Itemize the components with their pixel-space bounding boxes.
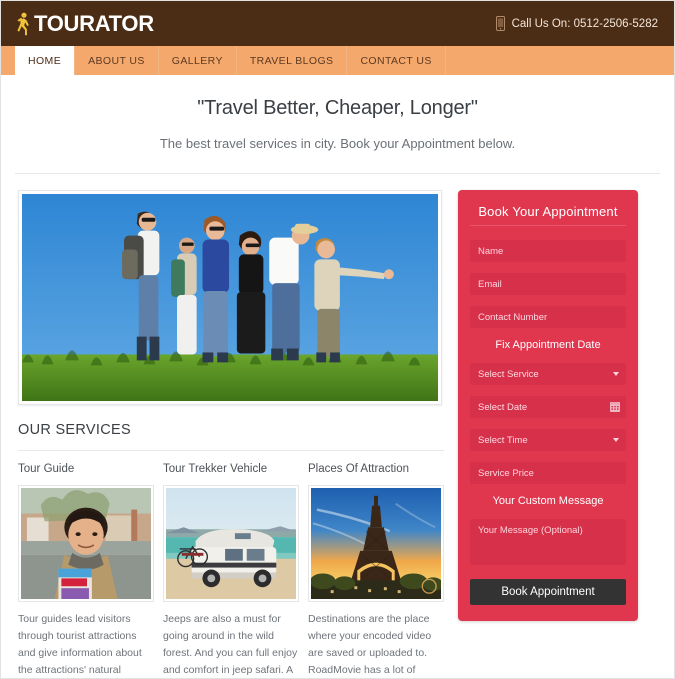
- service-card-title: Tour Trekker Vehicle: [163, 463, 268, 475]
- message-textarea[interactable]: [470, 519, 626, 565]
- site-logo[interactable]: TOURATOR: [15, 11, 154, 37]
- booking-title-divider: [470, 225, 626, 226]
- page-subtitle: The best travel services in city. Book y…: [159, 136, 516, 151]
- select-time-dropdown[interactable]: [470, 429, 626, 451]
- page-root: TOURATOR Call Us On: 0512-2506-5282 HOME…: [0, 0, 675, 679]
- hero-image-hikers: [22, 194, 438, 401]
- services-divider: [18, 450, 444, 451]
- select-service-wrapper[interactable]: [470, 363, 626, 385]
- logo-text: TOURATOR: [34, 10, 154, 36]
- custom-message-label: Your Custom Message: [492, 495, 604, 507]
- select-time-wrapper[interactable]: [470, 429, 626, 451]
- service-card[interactable]: Tour Guide Tour guides lead visitors thr…: [18, 463, 154, 678]
- walking-person-icon: [17, 12, 29, 35]
- service-card-text: Tour guides lead visitors through touris…: [18, 613, 142, 676]
- booking-form-panel: Book Your Appointment Fix Appointment Da…: [458, 190, 638, 621]
- email-input[interactable]: [470, 273, 626, 295]
- hero-text-block: "Travel Better, Cheaper, Longer" The bes…: [1, 75, 674, 151]
- nav-item-about-us[interactable]: ABOUT US: [75, 46, 159, 75]
- service-card-image-frame: [163, 485, 299, 602]
- mobile-phone-icon: [495, 16, 505, 31]
- nav-item-gallery[interactable]: GALLERY: [159, 46, 237, 75]
- left-column: OUR SERVICES Tour Guide Tour guides lead…: [18, 190, 444, 678]
- service-card[interactable]: Tour Trekker Vehicle Jeeps are also a mu…: [163, 463, 299, 678]
- service-card-text: Jeeps are also a must for going around i…: [163, 613, 298, 676]
- select-date-wrapper[interactable]: [470, 396, 626, 418]
- booking-form-title: Book Your Appointment: [478, 204, 618, 219]
- service-card[interactable]: Places Of Attraction Destinations are th…: [308, 463, 444, 678]
- phone-number-text: Call Us On: 0512-2506-5282: [511, 17, 658, 30]
- phone-contact[interactable]: Call Us On: 0512-2506-5282: [495, 16, 658, 31]
- service-card-title: Places Of Attraction: [308, 463, 409, 475]
- contact-number-input[interactable]: [470, 306, 626, 328]
- places-of-attraction-image: [311, 488, 441, 599]
- service-price-input[interactable]: [470, 462, 626, 484]
- nav-item-home[interactable]: HOME: [15, 46, 76, 75]
- right-column: Book Your Appointment Fix Appointment Da…: [458, 190, 638, 621]
- nav-item-travel-blogs[interactable]: TRAVEL BLOGS: [237, 46, 348, 75]
- services-card-list: Tour Guide Tour guides lead visitors thr…: [18, 463, 444, 678]
- select-service-dropdown[interactable]: [470, 363, 626, 385]
- name-input[interactable]: [470, 240, 626, 262]
- main-content: OUR SERVICES Tour Guide Tour guides lead…: [1, 174, 674, 678]
- service-card-image-frame: [18, 485, 154, 602]
- service-card-text: Destinations are the place where your en…: [308, 613, 432, 676]
- service-card-title: Tour Guide: [18, 463, 75, 475]
- trekker-vehicle-image: [166, 488, 296, 599]
- fix-appointment-date-label: Fix Appointment Date: [495, 339, 601, 351]
- main-navigation: HOME ABOUT US GALLERY TRAVEL BLOGS CONTA…: [1, 46, 674, 75]
- select-date-input[interactable]: [470, 396, 626, 418]
- services-heading: OUR SERVICES: [18, 422, 131, 438]
- tour-guide-image: [21, 488, 151, 599]
- page-title: "Travel Better, Cheaper, Longer": [197, 97, 478, 119]
- service-card-image-frame: [308, 485, 444, 602]
- book-appointment-button[interactable]: Book Appointment: [470, 579, 626, 605]
- hero-image-frame: [18, 190, 442, 405]
- site-header: TOURATOR Call Us On: 0512-2506-5282: [1, 1, 674, 46]
- nav-item-contact-us[interactable]: CONTACT US: [347, 46, 446, 75]
